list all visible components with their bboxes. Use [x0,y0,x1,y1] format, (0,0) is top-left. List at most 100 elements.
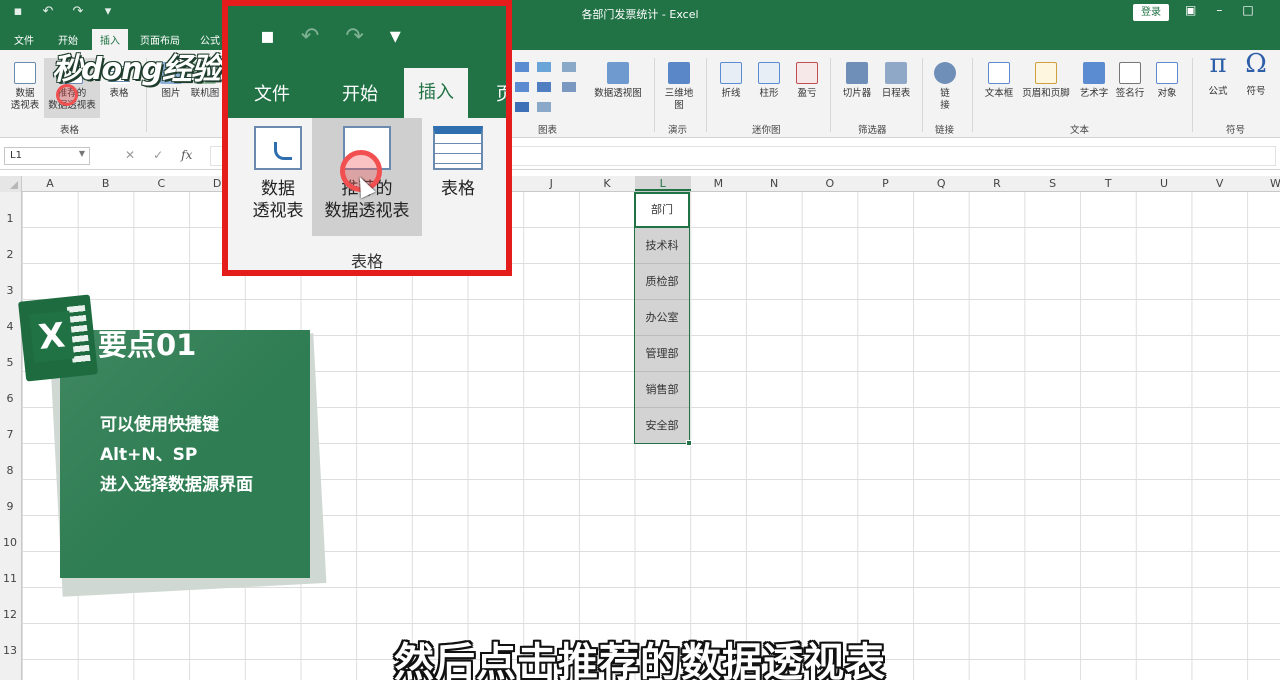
waterfall-chart-icon[interactable] [562,62,576,72]
row-header[interactable]: 2 [0,248,20,261]
column-header[interactable]: Q [913,177,969,190]
row-header[interactable]: 1 [0,212,20,225]
header-footer-button[interactable]: 页眉和页脚 [1018,62,1074,100]
equation-label: 公式 [1208,86,1228,97]
link-button[interactable]: 链 接 [930,62,960,112]
textbox-button[interactable]: 文本框 [980,62,1018,100]
tab-file[interactable]: 文件 [14,32,34,47]
zoom-tab-page: 页 [496,80,506,106]
undo-icon: ↶ [300,24,320,49]
signature-icon [1119,62,1141,84]
minimize-icon[interactable]: – [1216,3,1222,17]
combo-chart-icon[interactable] [562,82,576,92]
sparkline-line-icon [720,62,742,84]
table-cell[interactable]: 技术科 [634,228,690,264]
symbol-button[interactable]: Ω 符号 [1238,51,1274,98]
maximize-icon[interactable]: □ [1242,3,1253,17]
column-header[interactable]: B [78,177,134,190]
sparkline-column-button[interactable]: 柱形 [754,62,784,100]
column-header[interactable]: W [1247,177,1280,190]
column-chart-icon[interactable] [515,62,529,72]
column-header[interactable]: O [802,177,858,190]
wordart-button[interactable]: 艺术字 [1076,62,1112,100]
column-header[interactable]: C [133,177,189,190]
column-header[interactable]: R [969,177,1025,190]
fill-handle[interactable] [686,440,692,446]
column-header[interactable]: P [858,177,914,190]
3d-map-button[interactable]: 三维地 图 [660,62,698,112]
column-header[interactable]: L [634,176,691,191]
wordart-icon [1083,62,1105,84]
column-header[interactable]: T [1080,177,1136,190]
pivot-table-icon [14,62,36,84]
group-charts-label: 图表 [538,125,558,136]
table-cell[interactable]: 安全部 [634,408,690,444]
row-header[interactable]: 11 [0,572,20,585]
pi-icon: π [1209,49,1227,79]
column-header[interactable]: V [1192,177,1248,190]
name-box-value: L1 [10,150,22,161]
zoom-pivot-button: 数据 透视表 [244,126,312,222]
timeline-button[interactable]: 日程表 [878,62,914,100]
statistic-chart-icon[interactable] [537,82,551,92]
scatter-chart-icon[interactable] [537,102,551,112]
chevron-down-icon[interactable]: ▼ [79,149,85,158]
signature-line-label: 签名行 [1115,88,1145,99]
separator [1192,58,1193,132]
row-header[interactable]: 8 [0,464,20,477]
group-text-label: 文本 [1070,125,1090,136]
row-header[interactable]: 7 [0,428,20,441]
login-button[interactable]: 登录 [1133,4,1169,21]
signature-line-button[interactable]: 签名行 [1112,62,1148,100]
zoom-table-button: 表格 [428,126,488,200]
timeline-label: 日程表 [881,88,911,99]
header-footer-icon [1035,62,1057,84]
row-header[interactable]: 6 [0,392,20,405]
table-cell[interactable]: 办公室 [634,300,690,336]
hierarchy-chart-icon[interactable] [537,62,551,72]
pivot-chart-button[interactable]: 数据透视图 [590,62,646,100]
equation-button[interactable]: π 公式 [1200,49,1236,98]
line-chart-icon[interactable] [515,82,529,92]
column-header[interactable]: A [22,177,78,190]
slicer-button[interactable]: 切片器 [838,62,876,100]
column-header[interactable]: S [1025,177,1081,190]
column-header[interactable]: N [746,177,802,190]
excel-logo-icon: X [18,294,98,382]
column-header[interactable]: U [1136,177,1192,190]
formula-icons: ✕ ✓ fx [125,148,192,162]
cancel-icon[interactable]: ✕ [125,148,135,162]
zoom-tab-file: 文件 [254,84,290,105]
video-subtitle: 然后点击推荐的数据透视表 [394,640,886,680]
zoom-callout: ▪ ↶ ↷ ▾ 文件 开始 插入 页 数据 透视表 推荐的 数据透视表 表格 表… [222,0,512,276]
row-header[interactable]: 4 [0,320,20,333]
row-header[interactable]: 10 [0,536,20,549]
excel-x-letter: X [29,310,75,363]
insert-function-icon[interactable]: fx [181,148,192,162]
row-header[interactable]: 9 [0,500,20,513]
table-cell[interactable]: 部门 [634,192,690,228]
pivot-table-button[interactable]: 数据 透视表 [8,62,42,112]
row-header[interactable]: 5 [0,356,20,369]
select-all-button[interactable] [0,176,22,192]
online-picture-label: 联机图 [190,88,220,99]
row-header[interactable]: 12 [0,608,20,621]
separator [830,58,831,132]
column-header[interactable]: J [523,177,579,190]
name-box[interactable]: L1 ▼ [4,147,90,165]
ribbon-display-icon[interactable]: ▣ [1185,3,1196,17]
confirm-icon[interactable]: ✓ [153,148,163,162]
sparkline-line-button[interactable]: 折线 [716,62,746,100]
pie-chart-icon[interactable] [515,102,529,112]
column-header[interactable]: M [690,177,746,190]
watermark: 秒dong经验 [52,52,221,87]
object-button[interactable]: 对象 [1150,62,1184,100]
click-indicator [56,84,78,106]
sparkline-winloss-button[interactable]: 盈亏 [792,62,822,100]
row-header[interactable]: 3 [0,284,20,297]
table-cell[interactable]: 销售部 [634,372,690,408]
column-header[interactable]: K [579,177,635,190]
table-cell[interactable]: 质检部 [634,264,690,300]
separator [922,58,923,132]
table-cell[interactable]: 管理部 [634,336,690,372]
